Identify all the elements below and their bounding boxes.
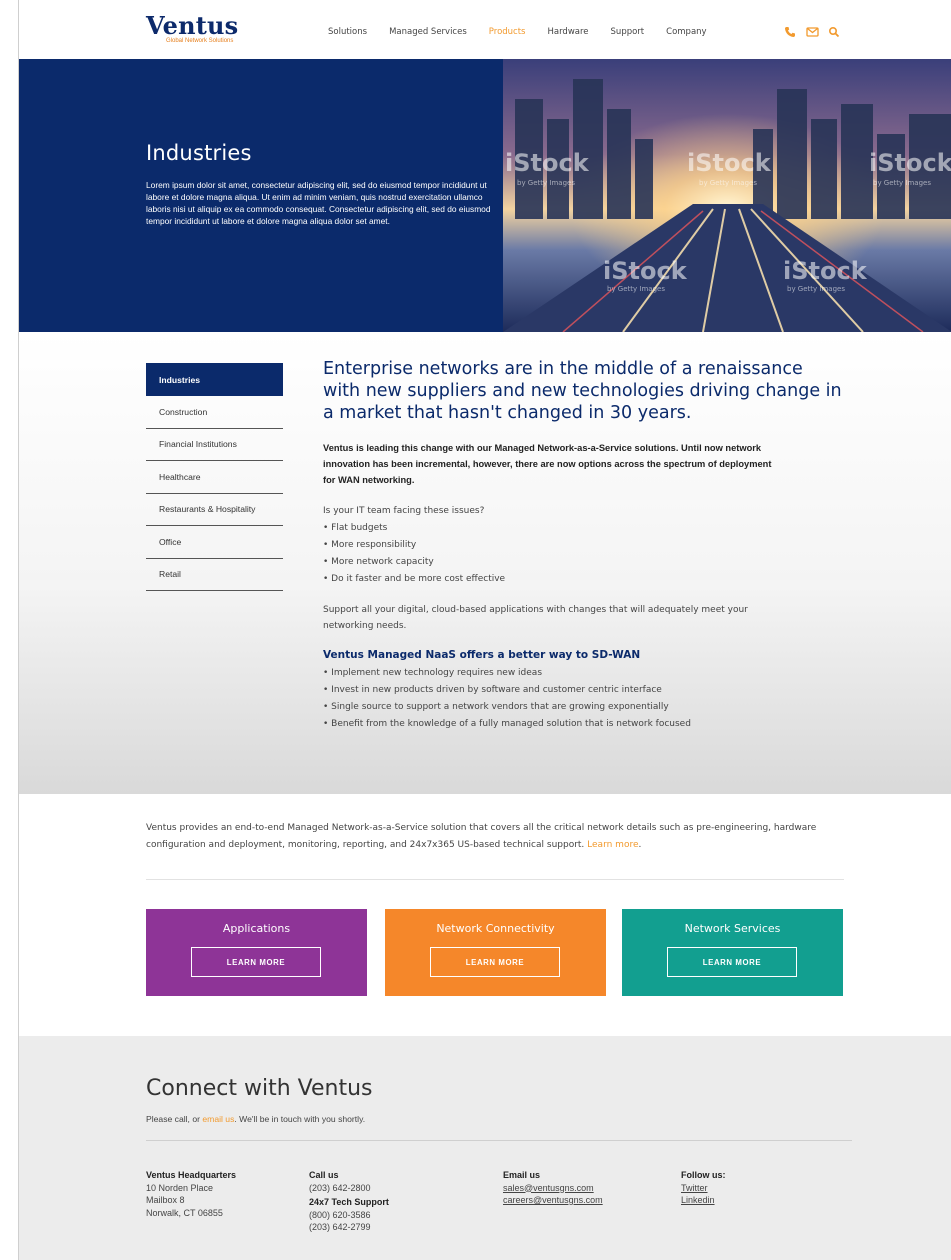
services-text-suffix: . — [638, 840, 642, 850]
footer-sub-suffix: . We'll be in touch with you shortly. — [234, 1114, 366, 1124]
footer-follow: Follow us: Twitter Linkedin — [681, 1169, 726, 1207]
follow-heading: Follow us: — [681, 1170, 726, 1180]
email-us-link[interactable]: email us — [202, 1114, 234, 1124]
issues-item: • Flat budgets — [323, 522, 388, 533]
page-title: Industries — [146, 141, 252, 165]
hero-description: Lorem ipsum dolor sit amet, consectetur … — [146, 180, 491, 226]
services-description: Ventus provides an end-to-end Managed Ne… — [146, 820, 846, 854]
card-network-services: Network Services LEARN MORE — [622, 909, 843, 996]
support-paragraph: Support all your digital, cloud-based ap… — [323, 604, 748, 632]
content-section: Industries Construction Financial Instit… — [19, 332, 951, 794]
email-heading: Email us — [503, 1170, 541, 1180]
learn-more-button[interactable]: LEARN MORE — [667, 947, 797, 977]
sidebar-item-healthcare[interactable]: Healthcare — [146, 461, 283, 494]
twitter-link[interactable]: Twitter — [681, 1182, 726, 1195]
hero-panel: Industries Lorem ipsum dolor sit amet, c… — [19, 59, 503, 332]
hq-heading: Ventus Headquarters — [146, 1170, 237, 1180]
divider — [146, 879, 844, 880]
learn-more-button[interactable]: LEARN MORE — [430, 947, 560, 977]
watermark-text: iStock — [687, 149, 772, 177]
naas-item: • Benefit from the knowledge of a fully … — [323, 718, 691, 729]
hero-image: iStock iStock iStock iStock iStock by Ge… — [503, 59, 951, 332]
industries-sidebar: Industries Construction Financial Instit… — [146, 363, 283, 591]
issues-item: • More responsibility — [323, 539, 417, 550]
support-heading: 24x7 Tech Support — [309, 1197, 389, 1207]
support-phone[interactable]: (203) 642-2799 — [309, 1221, 389, 1234]
watermark-sub: by Getty Images — [517, 179, 575, 187]
logo[interactable]: Ventus Global Network Solutions — [146, 14, 238, 45]
nav-solutions[interactable]: Solutions — [328, 27, 367, 37]
naas-item: • Implement new technology requires new … — [323, 667, 543, 678]
call-phone[interactable]: (203) 642-2800 — [309, 1182, 389, 1195]
page-frame: Ventus Global Network Solutions Solution… — [18, 0, 951, 1260]
sidebar-item-construction[interactable]: Construction — [146, 396, 283, 429]
linkedin-link[interactable]: Linkedin — [681, 1194, 726, 1207]
call-heading: Call us — [309, 1170, 339, 1180]
naas-heading: Ventus Managed NaaS offers a better way … — [323, 648, 641, 661]
watermark-text: iStock — [505, 149, 590, 177]
footer-subtitle: Please call, or email us. We'll be in to… — [146, 1114, 365, 1124]
mail-icon[interactable] — [806, 23, 819, 37]
watermark-sub: by Getty Images — [607, 285, 665, 293]
card-title: Network Connectivity — [436, 922, 555, 935]
services-text: Ventus provides an end-to-end Managed Ne… — [146, 823, 817, 850]
footer-title: Connect with Ventus — [146, 1076, 373, 1101]
main-content: Enterprise networks are in the middle of… — [323, 358, 843, 733]
sidebar-item-financial-institutions[interactable]: Financial Institutions — [146, 429, 283, 461]
hero-banner: Industries Lorem ipsum dolor sit amet, c… — [19, 59, 951, 332]
intro-paragraph: Ventus is leading this change with our M… — [323, 443, 772, 485]
sidebar-item-retail[interactable]: Retail — [146, 559, 283, 591]
support-phone[interactable]: (800) 620-3586 — [309, 1209, 389, 1222]
watermark-sub: by Getty Images — [873, 179, 931, 187]
issues-heading: Is your IT team facing these issues? — [323, 506, 485, 516]
email-link-sales[interactable]: sales@ventusgns.com — [503, 1182, 603, 1195]
learn-more-link[interactable]: Learn more — [587, 840, 638, 850]
issues-item: • Do it faster and be more cost effectiv… — [323, 573, 506, 584]
footer-call: Call us (203) 642-2800 24x7 Tech Support… — [309, 1169, 389, 1234]
sidebar-item-office[interactable]: Office — [146, 526, 283, 559]
search-icon[interactable] — [828, 23, 840, 38]
logo-tagline: Global Network Solutions — [166, 38, 234, 44]
email-link-careers[interactable]: careers@ventusgns.com — [503, 1194, 603, 1207]
card-applications: Applications LEARN MORE — [146, 909, 367, 996]
footer-sub-prefix: Please call, or — [146, 1114, 203, 1124]
header-icons — [784, 23, 840, 38]
nav-support[interactable]: Support — [611, 27, 645, 37]
card-title: Applications — [222, 922, 291, 935]
card-network-connectivity: Network Connectivity LEARN MORE — [385, 909, 606, 996]
phone-icon[interactable] — [784, 23, 796, 37]
naas-item: • Invest in new products driven by softw… — [323, 684, 662, 695]
site-header: Ventus Global Network Solutions Solution… — [19, 0, 951, 59]
lead-heading: Enterprise networks are in the middle of… — [323, 359, 842, 423]
logo-wordmark: Ventus — [146, 11, 239, 40]
divider — [146, 1140, 852, 1141]
watermark-text: iStock — [869, 149, 951, 177]
nav-company[interactable]: Company — [666, 27, 706, 37]
learn-more-button[interactable]: LEARN MORE — [191, 947, 321, 977]
main-nav: Solutions Managed Services Products Hard… — [328, 27, 729, 37]
footer-hq: Ventus Headquarters 10 Norden Place Mail… — [146, 1169, 236, 1219]
sidebar-item-restaurants-hospitality[interactable]: Restaurants & Hospitality — [146, 494, 283, 526]
issues-item: • More network capacity — [323, 556, 434, 567]
nav-managed-services[interactable]: Managed Services — [389, 27, 467, 37]
watermark-sub: by Getty Images — [699, 179, 757, 187]
watermark-sub: by Getty Images — [787, 285, 845, 293]
footer: Connect with Ventus Please call, or emai… — [19, 1036, 951, 1260]
services-section: Ventus provides an end-to-end Managed Ne… — [19, 794, 951, 1036]
hq-line: Mailbox 8 — [146, 1195, 185, 1205]
hq-line: 10 Norden Place — [146, 1182, 214, 1193]
card-title: Network Services — [684, 922, 781, 935]
nav-products[interactable]: Products — [489, 27, 526, 37]
naas-item: • Single source to support a network ven… — [323, 701, 669, 712]
sidebar-item-industries[interactable]: Industries — [146, 363, 283, 396]
watermark-text: iStock — [603, 257, 688, 285]
nav-hardware[interactable]: Hardware — [547, 27, 588, 37]
watermark-text: iStock — [783, 257, 868, 285]
footer-email: Email us sales@ventusgns.com careers@ven… — [503, 1169, 603, 1207]
hq-line: Norwalk, CT 06855 — [146, 1207, 223, 1218]
